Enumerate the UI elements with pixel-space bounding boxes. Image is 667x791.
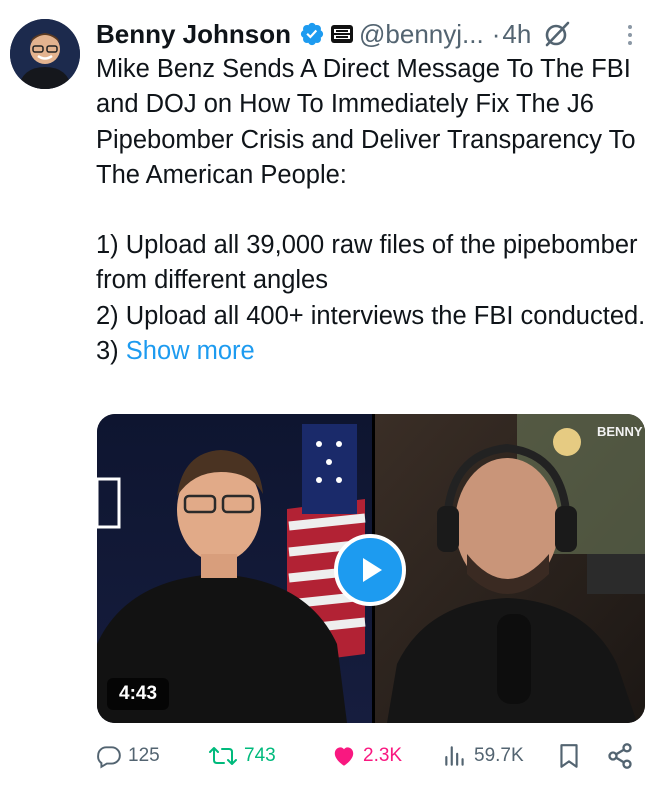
repost-button[interactable]: 743 <box>208 736 276 776</box>
like-count: 2.3K <box>363 745 403 766</box>
more-options-icon[interactable] <box>620 18 640 52</box>
repost-count: 743 <box>244 745 276 766</box>
author-name[interactable]: Benny Johnson <box>96 19 291 50</box>
play-icon[interactable] <box>334 534 406 606</box>
views-button[interactable]: 59.7K <box>442 736 524 776</box>
truncated-prefix: 3) <box>96 337 126 366</box>
retweet-icon <box>208 743 238 769</box>
avatar[interactable] <box>10 19 80 89</box>
heart-icon <box>331 743 357 769</box>
show-more-link[interactable]: Show more <box>126 337 255 365</box>
video-watermark: BENNY SHOW <box>597 424 645 439</box>
tweet-list-item-2: 2) Upload all 400+ interviews the FBI co… <box>96 301 646 330</box>
timestamp[interactable]: 4h <box>502 19 531 50</box>
tweet-intro: Mike Benz Sends A Direct Message To The … <box>96 55 636 189</box>
verified-badge-icon[interactable] <box>299 21 325 47</box>
separator-dot: · <box>491 18 501 49</box>
tweet-list-item-1: 1) Upload all 39,000 raw files of the pi… <box>96 231 638 295</box>
tweet-header: Benny Johnson @bennyj... · 4h <box>96 14 667 54</box>
bookmark-button[interactable] <box>556 736 582 776</box>
reply-button[interactable]: 125 <box>96 736 160 776</box>
reply-count: 125 <box>128 745 160 766</box>
video-duration: 4:43 <box>107 678 170 710</box>
tweet-list-item-3: 3) Show more <box>96 334 656 369</box>
share-icon <box>606 742 634 770</box>
like-button[interactable]: 2.3K <box>331 736 402 776</box>
reply-icon <box>96 743 122 769</box>
tweet-text: Mike Benz Sends A Direct Message To The … <box>96 52 656 369</box>
author-handle[interactable]: @bennyj... <box>359 19 484 50</box>
views-icon <box>442 743 468 769</box>
views-count: 59.7K <box>474 745 524 766</box>
tweet-actions: 125 743 2.3K 59.7K <box>96 736 656 776</box>
share-button[interactable] <box>606 736 634 776</box>
affiliate-logo-icon[interactable] <box>331 25 354 43</box>
bookmark-icon <box>556 742 582 770</box>
grok-icon[interactable] <box>543 20 571 48</box>
